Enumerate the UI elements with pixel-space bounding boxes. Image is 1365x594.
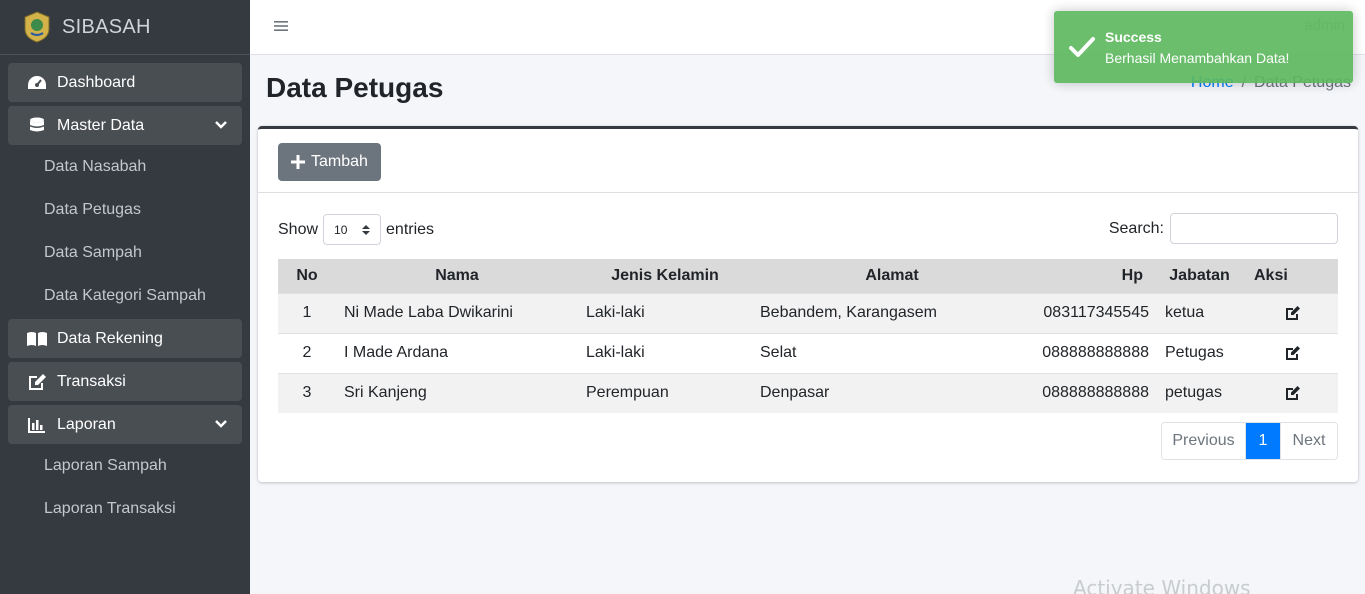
show-label: Show xyxy=(278,220,319,238)
book-icon xyxy=(26,330,48,348)
cell-nama: Sri Kanjeng xyxy=(344,384,427,402)
sidebar-item-data-kategori-sampah[interactable]: Data Kategori Sampah xyxy=(8,274,242,317)
sidebar-item-data-nasabah[interactable]: Data Nasabah xyxy=(8,145,242,188)
cell-no: 3 xyxy=(302,384,312,402)
chevron-down-icon[interactable] xyxy=(214,417,228,431)
brand-logo-icon xyxy=(24,11,50,43)
search-control: Search: xyxy=(1109,213,1338,244)
cell-jenis-kelamin: Laki-laki xyxy=(586,304,645,321)
petugas-card: Tambah Show 10 entries Search: No Nama J… xyxy=(258,126,1358,482)
windows-activation-watermark: Activate Windows xyxy=(1073,576,1251,594)
length-control: Show 10 entries xyxy=(278,214,434,245)
card-header: Tambah xyxy=(258,129,1358,193)
cell-jabatan: petugas xyxy=(1165,384,1222,402)
sidebar-item-laporan-transaksi[interactable]: Laporan Transaksi xyxy=(8,487,242,530)
sidebar-item-label: Laporan xyxy=(57,415,116,433)
cell-jenis-kelamin: Perempuan xyxy=(586,384,669,402)
chevron-down-icon[interactable] xyxy=(214,118,228,132)
laporan-submenu: Laporan Sampah Laporan Transaksi xyxy=(8,444,242,530)
tachometer-icon xyxy=(26,74,48,92)
edit-icon[interactable] xyxy=(1285,345,1301,361)
cell-jabatan: Petugas xyxy=(1165,344,1224,361)
pagination: Previous 1 Next xyxy=(1161,422,1338,460)
cell-aksi xyxy=(1248,373,1338,413)
sidebar-item-dashboard[interactable]: Dashboard xyxy=(8,63,242,102)
toast-title: Success xyxy=(1105,29,1162,45)
col-header-no[interactable]: No xyxy=(278,259,336,293)
col-header-aksi: Aksi xyxy=(1254,266,1288,284)
sidebar-item-master-data[interactable]: Master Data xyxy=(8,106,242,145)
cell-hp: 088888888888 xyxy=(1042,344,1149,361)
cell-aksi xyxy=(1248,333,1338,373)
cell-alamat: Bebandem, Karangasem xyxy=(760,304,937,321)
col-header-hp[interactable]: Hp xyxy=(1032,259,1151,293)
entries-label: entries xyxy=(386,220,435,238)
sidebar-item-data-rekening[interactable]: Data Rekening xyxy=(8,319,242,358)
edit-icon[interactable] xyxy=(1285,305,1301,321)
add-button[interactable]: Tambah xyxy=(278,143,381,181)
pagination-next[interactable]: Next xyxy=(1280,423,1337,459)
edit-icon[interactable] xyxy=(1285,385,1301,401)
col-header-nama[interactable]: Nama xyxy=(336,259,578,293)
toast-message: Berhasil Menambahkan Data! xyxy=(1105,50,1290,66)
sidebar-item-label: Transaksi xyxy=(57,372,126,390)
check-icon xyxy=(1069,37,1095,57)
sidebar-item-label: Master Data xyxy=(57,116,145,134)
cell-nama: Ni Made Laba Dwikarini xyxy=(344,304,513,321)
cell-aksi xyxy=(1248,293,1338,333)
cell-hp: 088888888888 xyxy=(1042,384,1149,402)
sidebar-item-laporan-sampah[interactable]: Laporan Sampah xyxy=(8,444,242,487)
sidebar-item-data-petugas[interactable]: Data Petugas xyxy=(8,188,242,231)
edit-icon xyxy=(26,373,48,391)
pagination-page-1[interactable]: 1 xyxy=(1246,423,1280,459)
sidebar: SIBASAH Dashboard Master Data Data Nasab… xyxy=(0,0,250,594)
page-length-select[interactable]: 10 xyxy=(323,214,382,245)
hamburger-icon[interactable] xyxy=(274,19,288,33)
search-label: Search: xyxy=(1108,219,1164,237)
table-row: 1 Ni Made Laba Dwikarini Laki-laki Beban… xyxy=(278,293,1338,333)
cell-jenis-kelamin: Laki-laki xyxy=(586,344,645,361)
sidebar-item-transaksi[interactable]: Transaksi xyxy=(8,362,242,401)
select-arrows-icon xyxy=(362,225,371,235)
add-button-label: Tambah xyxy=(311,153,368,170)
search-input[interactable] xyxy=(1170,213,1338,244)
database-icon xyxy=(26,117,48,135)
sidebar-item-laporan[interactable]: Laporan xyxy=(8,405,242,444)
sidebar-item-data-sampah[interactable]: Data Sampah xyxy=(8,231,242,274)
cell-alamat: Selat xyxy=(760,344,797,361)
table-row: 3 Sri Kanjeng Perempuan Denpasar 0888888… xyxy=(278,373,1338,413)
chart-bar-icon xyxy=(26,416,48,434)
success-toast[interactable]: Success Berhasil Menambahkan Data! xyxy=(1054,11,1353,83)
col-header-jabatan[interactable]: Jabatan xyxy=(1151,259,1248,293)
cell-no: 1 xyxy=(302,304,312,321)
cell-nama: I Made Ardana xyxy=(344,344,449,361)
page-title: Data Petugas xyxy=(266,72,444,103)
petugas-table: No Nama Jenis Kelamin Alamat Hp Jabatan … xyxy=(278,259,1338,413)
brand-name: SIBASAH xyxy=(62,15,151,38)
master-data-submenu: Data Nasabah Data Petugas Data Sampah Da… xyxy=(8,145,242,317)
pagination-previous[interactable]: Previous xyxy=(1162,423,1246,459)
cell-hp: 083117345545 xyxy=(1043,304,1149,321)
cell-no: 2 xyxy=(302,344,312,361)
col-header-jenis-kelamin[interactable]: Jenis Kelamin xyxy=(578,259,752,293)
sidebar-item-label: Dashboard xyxy=(57,73,136,91)
table-header-row: No Nama Jenis Kelamin Alamat Hp Jabatan … xyxy=(278,259,1338,293)
sidebar-nav: Dashboard Master Data Data Nasabah Data … xyxy=(0,55,250,530)
plus-icon xyxy=(291,155,306,169)
page-length-value: 10 xyxy=(334,222,348,237)
sidebar-item-label: Data Rekening xyxy=(57,329,163,347)
cell-alamat: Denpasar xyxy=(760,384,830,402)
cell-jabatan: ketua xyxy=(1165,304,1205,321)
col-header-alamat[interactable]: Alamat xyxy=(752,259,1032,293)
brand-link[interactable]: SIBASAH xyxy=(0,0,250,55)
table-row: 2 I Made Ardana Laki-laki Selat 08888888… xyxy=(278,333,1338,373)
